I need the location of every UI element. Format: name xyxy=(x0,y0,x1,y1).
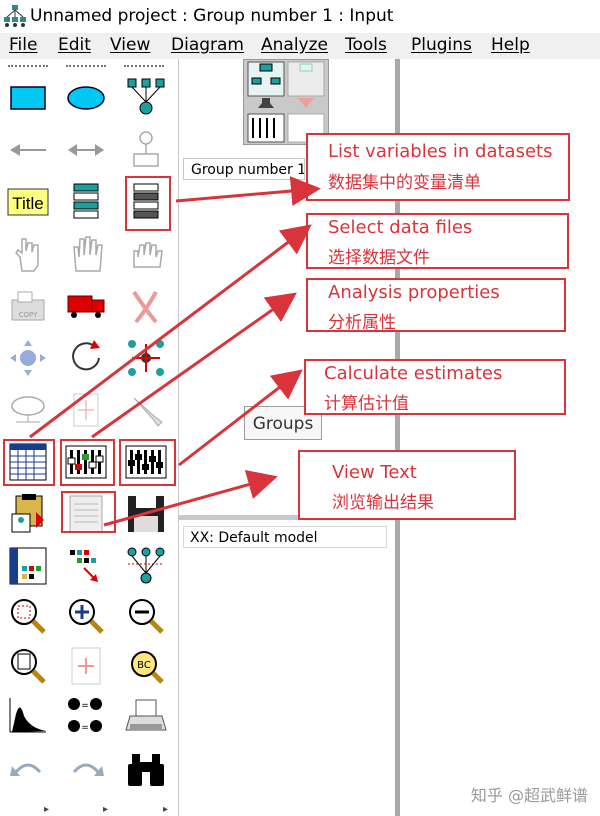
show-page-icon[interactable] xyxy=(6,644,50,688)
double-arrow-icon[interactable] xyxy=(64,128,108,172)
specification-search-icon[interactable]: = = xyxy=(64,694,108,738)
svg-text:=: = xyxy=(81,701,89,711)
svg-text:BC: BC xyxy=(137,660,151,671)
select-object-icon[interactable] xyxy=(6,233,50,277)
shape-icon[interactable] xyxy=(6,388,50,432)
callout-analysis-properties: Analysis properties 分析属性 xyxy=(306,278,566,333)
model-list-item[interactable]: XX: Default model xyxy=(183,526,387,548)
callout-zh: 选择数据文件 xyxy=(328,248,430,268)
zoom-area-icon[interactable] xyxy=(6,594,50,638)
single-arrow-icon[interactable] xyxy=(6,128,50,172)
callout-en: Select data files xyxy=(328,217,473,238)
window-title: Unnamed project : Group number 1 : Input xyxy=(30,6,394,26)
menu-help[interactable]: Help xyxy=(491,35,530,55)
menu-analyze[interactable]: Analyze xyxy=(261,35,328,55)
menu-view[interactable]: View xyxy=(110,35,150,55)
degrees-of-freedom-icon[interactable] xyxy=(6,694,50,738)
callout-view-text: View Text 浏览输出结果 xyxy=(298,450,516,520)
menu-diagram[interactable]: Diagram xyxy=(171,35,244,55)
callout-en: Calculate estimates xyxy=(324,363,503,384)
zoom-out-icon[interactable] xyxy=(124,594,168,638)
svg-text:=: = xyxy=(81,723,89,733)
highlight-box xyxy=(60,439,115,486)
object-properties-icon[interactable] xyxy=(6,544,50,588)
callout-en: Analysis properties xyxy=(328,282,500,303)
amos-app-icon xyxy=(4,5,26,27)
callout-select-data: Select data files 选择数据文件 xyxy=(306,213,569,269)
title-icon[interactable]: Title xyxy=(6,180,50,224)
menu-file[interactable]: File xyxy=(9,35,37,55)
callout-en: List variables in datasets xyxy=(328,141,553,162)
callout-zh: 分析属性 xyxy=(328,313,396,333)
group-list-item[interactable]: Group number 1 xyxy=(183,158,305,180)
save-icon[interactable] xyxy=(124,492,168,536)
copy-clipboard-icon[interactable] xyxy=(6,492,50,536)
list-variables-model-icon[interactable] xyxy=(64,180,108,224)
scroll-marker: ▸ xyxy=(44,804,50,815)
reflect-icon[interactable] xyxy=(124,336,168,380)
drag-properties-icon[interactable] xyxy=(64,544,108,588)
resize-icon[interactable] xyxy=(6,336,50,380)
fit-page-icon[interactable] xyxy=(64,644,108,688)
print-icon[interactable] xyxy=(124,694,168,738)
callout-calculate-estimates: Calculate estimates 计算估计值 xyxy=(304,359,566,415)
select-all-icon[interactable] xyxy=(64,233,108,277)
copy-icon[interactable]: COPY xyxy=(6,284,50,328)
deselect-icon[interactable] xyxy=(124,233,168,277)
binoculars-icon[interactable] xyxy=(124,748,168,792)
callout-zh: 浏览输出结果 xyxy=(332,493,434,513)
callout-zh: 数据集中的变量清单 xyxy=(328,173,481,193)
erase-icon[interactable] xyxy=(124,284,168,328)
menu-tools[interactable]: Tools xyxy=(345,35,387,55)
undo-icon[interactable] xyxy=(6,748,50,792)
callout-zh: 计算估计值 xyxy=(324,394,409,414)
menu-plugins[interactable]: Plugins xyxy=(411,35,472,55)
magnify-icon[interactable]: BC xyxy=(124,644,168,688)
watermark: 知乎 @超武鲜谱 xyxy=(470,786,588,805)
highlight-box xyxy=(3,439,55,486)
highlight-box xyxy=(61,491,116,533)
touch-up-icon[interactable] xyxy=(124,388,168,432)
toolbar-grip xyxy=(124,65,164,70)
scroll-icon[interactable] xyxy=(64,388,108,432)
title-bar: Unnamed project : Group number 1 : Input xyxy=(0,0,600,33)
indicator-icon[interactable] xyxy=(124,75,168,119)
callout-list-variables: List variables in datasets 数据集中的变量清单 xyxy=(306,133,570,201)
menu-bar: File Edit View Diagram Analyze Tools Plu… xyxy=(0,33,600,59)
highlight-box xyxy=(125,176,171,231)
unique-variable-icon[interactable] xyxy=(124,128,168,172)
preserve-symmetries-icon[interactable] xyxy=(124,544,168,588)
move-icon[interactable] xyxy=(64,284,108,328)
menu-edit[interactable]: Edit xyxy=(58,35,91,55)
ellipse-icon[interactable] xyxy=(64,75,108,119)
scroll-marker: ▸ xyxy=(103,804,109,815)
rectangle-icon[interactable] xyxy=(6,75,50,119)
svg-text:COPY: COPY xyxy=(19,311,38,319)
title-icon-label: Title xyxy=(12,194,44,213)
toolbar-grip xyxy=(8,65,48,70)
toolbar-grip xyxy=(66,65,106,70)
callout-en: View Text xyxy=(332,462,417,483)
redo-icon[interactable] xyxy=(64,748,108,792)
zoom-in-icon[interactable] xyxy=(64,594,108,638)
scroll-marker: ▸ xyxy=(163,804,169,815)
highlight-box xyxy=(119,439,176,486)
rotate-icon[interactable] xyxy=(64,336,108,380)
